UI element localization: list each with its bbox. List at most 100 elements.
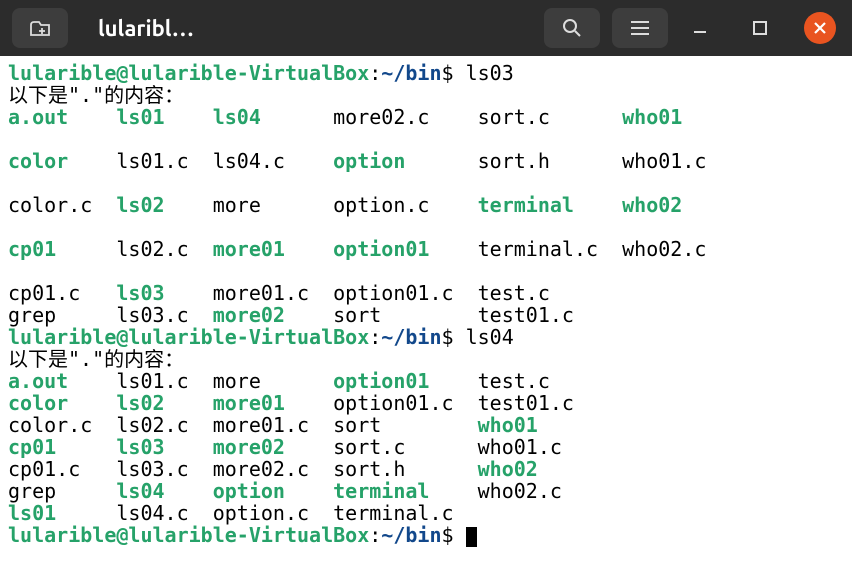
file-entry: option01.c bbox=[333, 391, 478, 415]
prompt-line: lularible@lularible-VirtualBox:~/bin$ bbox=[8, 524, 844, 547]
file-entry: grep bbox=[8, 479, 116, 503]
file-entry: more02 bbox=[213, 303, 333, 327]
listing-row: color.c ls02.c more01.c sort who01 bbox=[8, 414, 844, 436]
file-entry: terminal bbox=[333, 479, 478, 503]
window-title: lularibl… bbox=[98, 16, 194, 41]
file-entry: ls03 bbox=[116, 435, 212, 459]
file-entry: ls01 bbox=[116, 105, 212, 129]
file-entry: terminal.c bbox=[333, 501, 478, 525]
blank-line bbox=[8, 216, 844, 238]
file-entry: sort bbox=[333, 303, 478, 327]
command-text: ls04 bbox=[466, 325, 514, 349]
close-button[interactable] bbox=[800, 8, 840, 48]
file-entry: test01.c bbox=[478, 391, 574, 415]
file-entry: who02 bbox=[622, 193, 682, 217]
file-entry: color bbox=[8, 391, 116, 415]
prompt-line: lularible@lularible-VirtualBox:~/bin$ ls… bbox=[8, 62, 844, 84]
file-entry: option.c bbox=[213, 501, 333, 525]
prompt-line: lularible@lularible-VirtualBox:~/bin$ ls… bbox=[8, 326, 844, 348]
file-entry: ls02 bbox=[116, 391, 212, 415]
file-entry: ls02.c bbox=[116, 237, 212, 261]
file-entry: cp01 bbox=[8, 435, 116, 459]
file-entry: ls03 bbox=[116, 281, 212, 305]
file-entry: a.out bbox=[8, 369, 116, 393]
file-entry: more02.c bbox=[213, 457, 333, 481]
file-entry: a.out bbox=[8, 105, 116, 129]
blank-line bbox=[8, 128, 844, 150]
new-tab-icon bbox=[29, 19, 51, 37]
file-entry: cp01.c bbox=[8, 281, 116, 305]
prompt-user-host: lularible@lularible-VirtualBox bbox=[8, 61, 369, 85]
prompt-user-host: lularible@lularible-VirtualBox bbox=[8, 523, 369, 547]
file-entry: option bbox=[333, 149, 478, 173]
listing-row: cp01 ls02.c more01 option01 terminal.c w… bbox=[8, 238, 844, 260]
listing-row: cp01.c ls03.c more02.c sort.h who02 bbox=[8, 458, 844, 480]
file-entry: color bbox=[8, 149, 116, 173]
file-entry: test01.c bbox=[478, 303, 623, 327]
prompt-path: ~/bin bbox=[381, 61, 441, 85]
file-entry: ls01.c bbox=[116, 149, 212, 173]
file-entry: who01.c bbox=[622, 149, 706, 173]
file-entry: option bbox=[213, 479, 333, 503]
file-entry: ls04 bbox=[116, 479, 212, 503]
file-entry: ls04.c bbox=[116, 501, 212, 525]
file-entry: more bbox=[213, 193, 333, 217]
listing-row: color ls01.c ls04.c option sort.h who01.… bbox=[8, 150, 844, 172]
listing-row: ls01 ls04.c option.c terminal.c bbox=[8, 502, 844, 524]
header-line: 以下是"."的内容： bbox=[8, 84, 844, 106]
header-line: 以下是"."的内容： bbox=[8, 348, 844, 370]
prompt-sep: : bbox=[369, 61, 381, 85]
listing-row: cp01.c ls03 more01.c option01.c test.c bbox=[8, 282, 844, 304]
listing-row: grep ls03.c more02 sort test01.c bbox=[8, 304, 844, 326]
file-entry: who01.c bbox=[478, 435, 562, 459]
prompt-sep: : bbox=[369, 523, 381, 547]
close-icon bbox=[813, 21, 827, 35]
prompt-path: ~/bin bbox=[381, 325, 441, 349]
new-tab-button[interactable] bbox=[12, 8, 68, 48]
file-entry: ls04.c bbox=[213, 149, 333, 173]
file-entry: more bbox=[213, 369, 333, 393]
file-entry: ls04 bbox=[213, 105, 333, 129]
file-entry: ls03.c bbox=[116, 457, 212, 481]
file-entry: who02 bbox=[478, 457, 538, 481]
prompt-end: $ bbox=[442, 61, 454, 85]
prompt-end: $ bbox=[442, 325, 454, 349]
listing-row: color.c ls02 more option.c terminal who0… bbox=[8, 194, 844, 216]
search-icon bbox=[561, 17, 583, 39]
listing-row: color ls02 more01 option01.c test01.c bbox=[8, 392, 844, 414]
minimize-button[interactable] bbox=[680, 8, 720, 48]
file-entry: option01 bbox=[333, 237, 478, 261]
file-entry: color.c bbox=[8, 193, 116, 217]
search-button[interactable] bbox=[544, 8, 600, 48]
file-entry: more01.c bbox=[213, 413, 333, 437]
file-entry: option.c bbox=[333, 193, 478, 217]
hamburger-icon bbox=[630, 20, 650, 36]
file-entry: who01 bbox=[622, 105, 682, 129]
file-entry: sort.c bbox=[478, 105, 623, 129]
prompt-sep: : bbox=[369, 325, 381, 349]
file-entry: option01 bbox=[333, 369, 478, 393]
file-entry: more01 bbox=[213, 237, 333, 261]
file-entry: sort.h bbox=[333, 457, 478, 481]
listing-row: a.out ls01 ls04 more02.c sort.c who01 bbox=[8, 106, 844, 128]
maximize-button[interactable] bbox=[740, 8, 780, 48]
file-entry: cp01.c bbox=[8, 457, 116, 481]
file-entry: ls02 bbox=[116, 193, 212, 217]
listing-row: cp01 ls03 more02 sort.c who01.c bbox=[8, 436, 844, 458]
file-entry: ls01 bbox=[8, 501, 116, 525]
menu-button[interactable] bbox=[612, 8, 668, 48]
blank-line bbox=[8, 172, 844, 194]
file-entry: more01 bbox=[213, 391, 333, 415]
prompt-end: $ bbox=[442, 523, 454, 547]
file-entry: sort.c bbox=[333, 435, 478, 459]
prompt-user-host: lularible@lularible-VirtualBox bbox=[8, 325, 369, 349]
terminal-output[interactable]: lularible@lularible-VirtualBox:~/bin$ ls… bbox=[0, 56, 852, 553]
file-entry: color.c bbox=[8, 413, 116, 437]
prompt-path: ~/bin bbox=[381, 523, 441, 547]
file-entry: test.c bbox=[478, 369, 550, 393]
listing-row: grep ls04 option terminal who02.c bbox=[8, 480, 844, 502]
titlebar: lularibl… bbox=[0, 0, 852, 56]
file-entry: sort.h bbox=[478, 149, 623, 173]
file-entry: who02.c bbox=[478, 479, 562, 503]
file-entry: cp01 bbox=[8, 237, 116, 261]
